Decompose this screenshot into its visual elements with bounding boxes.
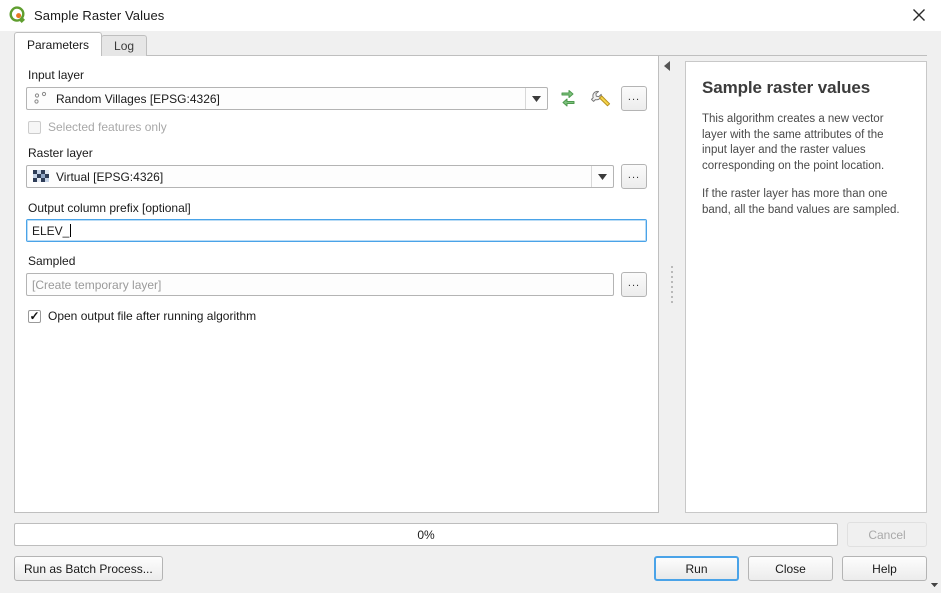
input-layer-value: Random Villages [EPSG:4326] — [56, 91, 220, 106]
raster-layer-row: Virtual [EPSG:4326] ... — [26, 164, 647, 189]
help-button-label: Help — [872, 561, 897, 576]
input-layer-combo[interactable]: Random Villages [EPSG:4326] — [26, 87, 548, 110]
selected-features-only-checkbox — [28, 120, 41, 134]
tab-parameters-label: Parameters — [27, 37, 90, 52]
output-column-prefix-row: ELEV_ — [26, 219, 647, 242]
open-output-file-label: Open output file after running algorithm — [48, 309, 257, 323]
run-as-batch-process-button[interactable]: Run as Batch Process... — [14, 556, 163, 581]
dialog-body: Input layer Random Villages [EPSG:4326] — [0, 56, 941, 587]
chevron-down-icon[interactable] — [591, 166, 613, 187]
raster-layer-value: Virtual [EPSG:4326] — [56, 169, 164, 184]
point-vector-layer-icon — [33, 91, 50, 106]
raster-layer-combo[interactable]: Virtual [EPSG:4326] — [26, 165, 614, 188]
sampled-output-placeholder: [Create temporary layer] — [32, 277, 162, 292]
tab-log-label: Log — [114, 39, 135, 53]
splitter-grip — [671, 265, 673, 304]
primary-buttons-group: Run Close Help — [654, 556, 927, 581]
sample-raster-values-dialog: Sample Raster Values Parameters Log Inpu… — [0, 0, 941, 593]
sampled-output-input[interactable]: [Create temporary layer] — [26, 273, 614, 296]
run-button[interactable]: Run — [654, 556, 739, 581]
parameters-pane: Input layer Random Villages [EPSG:4326] — [14, 56, 938, 587]
help-paragraph-1: This algorithm creates a new vector laye… — [702, 113, 885, 172]
dialog-footer: 0% Cancel Run as Batch Process... Run Cl… — [0, 513, 941, 593]
cancel-button: Cancel — [847, 522, 927, 547]
raster-layer-browse-label: ... — [627, 169, 641, 181]
input-layer-browse-button[interactable]: ... — [621, 86, 938, 587]
run-as-batch-process-label: Run as Batch Process... — [24, 561, 153, 576]
help-title: Sample raster values — [702, 78, 871, 97]
progress-row: 0% Cancel — [14, 522, 927, 547]
close-button-label: Close — [775, 561, 806, 576]
close-button[interactable]: Close — [748, 556, 833, 581]
help-paragraph-2: If the raster layer has more than one ba… — [702, 188, 900, 216]
qgis-logo-icon — [8, 6, 26, 24]
progress-bar: 0% — [14, 523, 838, 546]
titlebar: Sample Raster Values — [0, 0, 941, 31]
sampled-row: [Create temporary layer] ... — [26, 272, 938, 587]
selected-features-only-label: Selected features only — [48, 120, 167, 134]
splitter-area — [659, 56, 685, 513]
raster-layer-browse-button[interactable]: ... — [621, 164, 647, 189]
tab-parameters[interactable]: Parameters — [14, 32, 103, 56]
open-output-file-checkbox[interactable]: ✓ — [28, 309, 41, 323]
tabstrip: Parameters Log — [0, 31, 941, 56]
selected-features-only-row[interactable]: Selected features only — [26, 120, 647, 134]
window-title: Sample Raster Values — [34, 7, 165, 23]
close-icon[interactable] — [897, 0, 941, 31]
input-layer-row: Random Villages [EPSG:4326] ... — [26, 86, 938, 587]
panel-splitter-handle[interactable] — [669, 56, 676, 513]
sampled-output-browse-label: ... — [627, 277, 641, 289]
output-column-prefix-value: ELEV_ — [32, 223, 70, 238]
open-output-file-row[interactable]: ✓ Open output file after running algorit… — [26, 309, 647, 323]
raster-layer-icon — [33, 169, 50, 184]
sampled-output-browse-button[interactable]: ... — [621, 272, 938, 587]
output-column-prefix-label: Output column prefix [optional] — [28, 201, 191, 215]
sampled-label: Sampled — [28, 254, 76, 268]
input-layer-browse-label: ... — [627, 91, 641, 103]
wrench-icon[interactable] — [588, 86, 614, 111]
collapse-panel-arrow-icon[interactable] — [662, 60, 672, 72]
buttons-row: Run as Batch Process... Run Close Help — [14, 556, 927, 581]
run-button-label: Run — [685, 561, 708, 576]
tab-log[interactable]: Log — [101, 35, 148, 56]
progress-bar-text: 0% — [417, 527, 435, 542]
raster-layer-label: Raster layer — [28, 146, 93, 160]
cancel-button-label: Cancel — [868, 527, 906, 542]
text-cursor — [70, 224, 72, 237]
checkmark-icon: ✓ — [29, 309, 40, 323]
output-column-prefix-input[interactable]: ELEV_ — [26, 219, 647, 242]
help-button[interactable]: Help — [842, 556, 927, 581]
chevron-down-icon[interactable] — [525, 88, 547, 109]
input-layer-label: Input layer — [28, 68, 85, 82]
iterate-cycle-icon[interactable] — [555, 86, 581, 111]
help-pane: Sample raster values This algorithm crea… — [685, 61, 927, 513]
